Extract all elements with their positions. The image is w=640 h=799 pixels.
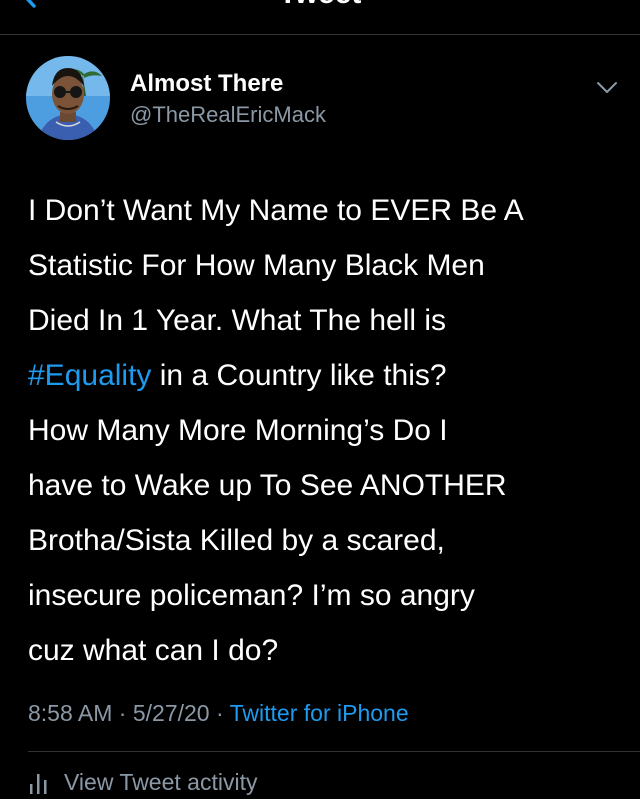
divider xyxy=(28,751,640,752)
tweet-text-line: How Many More Morning’s Do I xyxy=(28,414,448,447)
tweet-text-line: I Don’t Want My Name to EVER Be A xyxy=(28,194,524,227)
meta-separator: · xyxy=(215,700,224,726)
chevron-down-icon[interactable] xyxy=(596,80,618,96)
tweet-text-line: Statistic For How Many Black Men xyxy=(28,249,485,282)
bar-chart-icon xyxy=(30,774,47,794)
tweet-text-line-with-hashtag: #Equality in a Country like this? xyxy=(28,348,628,403)
author-display-name[interactable]: Almost There xyxy=(130,70,283,98)
tweet-text-line: have to Wake up To See ANOTHER xyxy=(28,469,507,502)
profile-photo xyxy=(26,56,110,140)
hashtag-link[interactable]: #Equality xyxy=(28,359,151,392)
page-title: Tweet xyxy=(0,0,640,12)
tweet-text-line: insecure policeman? I’m so angry xyxy=(28,579,475,612)
tweet-date: 5/27/20 xyxy=(132,700,210,726)
view-tweet-activity-label: View Tweet activity xyxy=(64,769,258,795)
tweet-time: 8:58 AM xyxy=(28,700,113,726)
tweet-text-line: cuz what can I do? xyxy=(28,634,279,667)
top-navigation-bar: Tweet xyxy=(0,0,640,35)
avatar[interactable] xyxy=(26,56,110,140)
tweet-text-line: Died In 1 Year. What The hell is xyxy=(28,304,447,337)
author-handle[interactable]: @TheRealEricMack xyxy=(130,102,326,128)
meta-separator: · xyxy=(118,700,127,726)
tweet-source-link[interactable]: Twitter for iPhone xyxy=(230,700,409,726)
tweet-text: I Don’t Want My Name to EVER Be A Statis… xyxy=(28,183,628,678)
tweet-metadata: 8:58 AM · 5/27/20 · Twitter for iPhone xyxy=(28,698,409,728)
tweet-text-line: Brotha/Sista Killed by a scared, xyxy=(28,524,445,557)
tweet-text-fragment: in a Country like this? xyxy=(159,359,447,392)
